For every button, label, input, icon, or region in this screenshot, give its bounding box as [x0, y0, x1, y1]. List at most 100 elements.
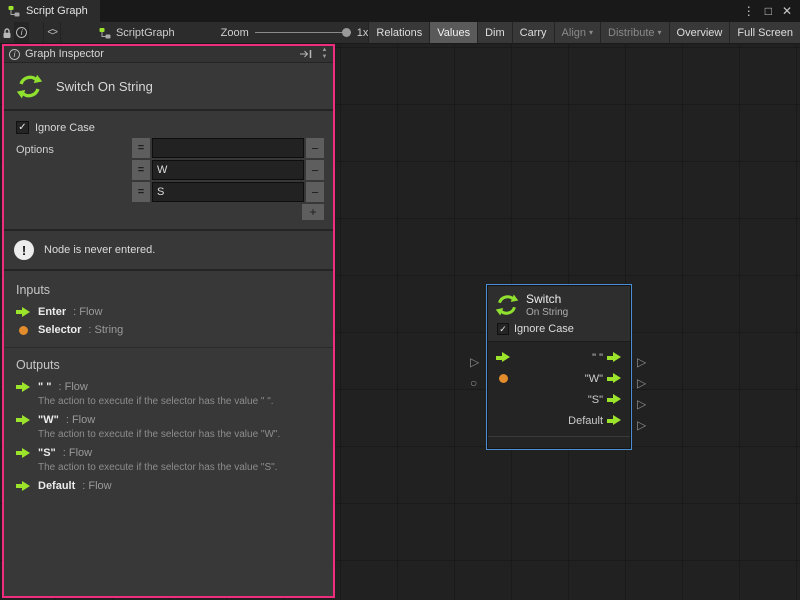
- string-input-port[interactable]: [496, 374, 511, 383]
- flow-output-port[interactable]: [607, 373, 622, 384]
- port-name: "W": [38, 414, 59, 426]
- output-connector-triangle-icon[interactable]: ▷: [637, 398, 646, 410]
- graph-toolbar: i <> ScriptGraph Zoom 1x Relations Value…: [0, 22, 800, 44]
- output-connector-triangle-icon[interactable]: ▷: [637, 356, 646, 368]
- port-type: : Flow: [73, 306, 102, 318]
- close-icon[interactable]: ✕: [782, 4, 792, 18]
- port-type: : Flow: [63, 447, 92, 459]
- tab-script-graph[interactable]: Script Graph: [0, 0, 100, 22]
- inspector-node-title: Switch On String: [56, 79, 153, 94]
- dock-panel-icon[interactable]: [299, 48, 313, 60]
- port-row: "S": [488, 389, 630, 410]
- lock-icon[interactable]: [0, 22, 15, 43]
- outputs-header: Outputs: [4, 347, 333, 378]
- fullscreen-button[interactable]: Full Screen: [729, 22, 800, 43]
- port-description: The action to execute if the selector ha…: [4, 396, 333, 411]
- drag-handle-icon[interactable]: =: [132, 138, 150, 158]
- port-description: The action to execute if the selector ha…: [4, 429, 333, 444]
- port-name: Selector: [38, 324, 81, 336]
- script-graph-icon: [99, 27, 111, 39]
- align-label: Align: [562, 27, 586, 39]
- info-icon: i: [16, 27, 27, 38]
- option-value-input[interactable]: [152, 138, 304, 158]
- kebab-menu-icon[interactable]: ⋮: [743, 4, 755, 18]
- flow-output-port[interactable]: [607, 394, 622, 405]
- flow-output-port[interactable]: [607, 352, 622, 363]
- switch-on-string-node[interactable]: Switch On String ✓ Ignore Case " " "W": [487, 285, 631, 449]
- graph-name-label: ScriptGraph: [116, 27, 175, 39]
- port-type: : String: [88, 324, 123, 336]
- input-connector-triangle-icon[interactable]: ▷: [470, 356, 479, 368]
- maximize-icon[interactable]: □: [765, 4, 772, 18]
- option-row: = −: [132, 182, 324, 202]
- ignore-case-label: Ignore Case: [514, 323, 574, 335]
- port-type: : Flow: [82, 480, 111, 492]
- distribute-label: Distribute: [608, 27, 654, 39]
- port-name: Default: [38, 480, 75, 492]
- window-controls: ⋮ □ ✕: [743, 0, 800, 22]
- ignore-case-checkbox[interactable]: ✓: [497, 323, 509, 335]
- port-description: The action to execute if the selector ha…: [4, 462, 333, 477]
- option-value-input[interactable]: [152, 160, 304, 180]
- script-graph-icon: [8, 5, 20, 17]
- options-list: = − = − = − +: [132, 138, 324, 220]
- node-header: Switch On String: [488, 286, 630, 320]
- port-type: : Flow: [59, 381, 88, 393]
- node-footer: [488, 436, 630, 448]
- output-connector-triangle-icon[interactable]: ▷: [637, 419, 646, 431]
- drag-handle-icon[interactable]: =: [132, 182, 150, 202]
- inputs-header: Inputs: [4, 279, 333, 303]
- option-row: = −: [132, 160, 324, 180]
- toolbar-buttons: Relations Values Dim Carry Align ▾ Distr…: [368, 22, 800, 43]
- scroll-up-icon[interactable]: ▲: [322, 47, 328, 54]
- flow-arrow-icon: [16, 307, 31, 318]
- flow-arrow-icon: [16, 448, 31, 459]
- output-port-row: "W" : Flow: [4, 411, 333, 429]
- window-titlebar: Script Graph ⋮ □ ✕: [0, 0, 800, 22]
- node-ignore-case-row: ✓ Ignore Case: [488, 320, 630, 341]
- warning-banner: ! Node is never entered.: [4, 231, 333, 271]
- inspector-node-title-section: Switch On String: [4, 63, 333, 111]
- string-dot-icon: [499, 374, 508, 383]
- drag-handle-icon[interactable]: =: [132, 160, 150, 180]
- input-connector-circle-icon[interactable]: ○: [470, 377, 477, 389]
- overview-button[interactable]: Overview: [669, 22, 730, 43]
- relations-button[interactable]: Relations: [368, 22, 429, 43]
- add-option-button[interactable]: +: [302, 204, 324, 220]
- remove-option-button[interactable]: −: [306, 138, 324, 158]
- distribute-dropdown[interactable]: Distribute ▾: [600, 22, 668, 43]
- code-view-icon[interactable]: <>: [43, 22, 61, 43]
- dim-button[interactable]: Dim: [477, 22, 512, 43]
- switch-icon: [495, 293, 519, 317]
- remove-option-button[interactable]: −: [306, 182, 324, 202]
- values-button[interactable]: Values: [429, 22, 477, 43]
- ignore-case-label: Ignore Case: [35, 122, 95, 134]
- scroll-down-icon[interactable]: ▼: [322, 54, 328, 61]
- port-row: " ": [488, 347, 630, 368]
- node-titles: Switch On String: [526, 292, 568, 318]
- remove-option-button[interactable]: −: [306, 160, 324, 180]
- option-row: = −: [132, 138, 324, 158]
- tab-label: Script Graph: [26, 5, 88, 17]
- node-subtitle: On String: [526, 307, 568, 318]
- port-name: Enter: [38, 306, 66, 318]
- inspector-header: i Graph Inspector ▲ ▼: [4, 46, 333, 63]
- zoom-slider-thumb[interactable]: [342, 28, 351, 37]
- zoom-slider-track: [255, 32, 351, 33]
- flow-output-port[interactable]: [607, 415, 622, 426]
- flow-input-port[interactable]: [496, 352, 511, 363]
- panel-scroll-arrows[interactable]: ▲ ▼: [318, 47, 331, 61]
- zoom-slider[interactable]: [255, 22, 351, 44]
- port-name: " ": [38, 381, 52, 393]
- output-connector-triangle-icon[interactable]: ▷: [637, 377, 646, 389]
- chevron-down-icon: ▾: [658, 28, 662, 37]
- carry-button[interactable]: Carry: [512, 22, 554, 43]
- output-port-row: Default : Flow: [4, 477, 333, 495]
- ignore-case-checkbox[interactable]: ✓: [16, 121, 29, 134]
- option-value-input[interactable]: [152, 182, 304, 202]
- align-dropdown[interactable]: Align ▾: [554, 22, 600, 43]
- input-port-row: Selector : String: [4, 321, 333, 339]
- inspector-toggle-icon[interactable]: i: [15, 22, 30, 43]
- ignore-case-row: ✓ Ignore Case: [16, 121, 321, 134]
- node-title: Switch: [526, 292, 568, 306]
